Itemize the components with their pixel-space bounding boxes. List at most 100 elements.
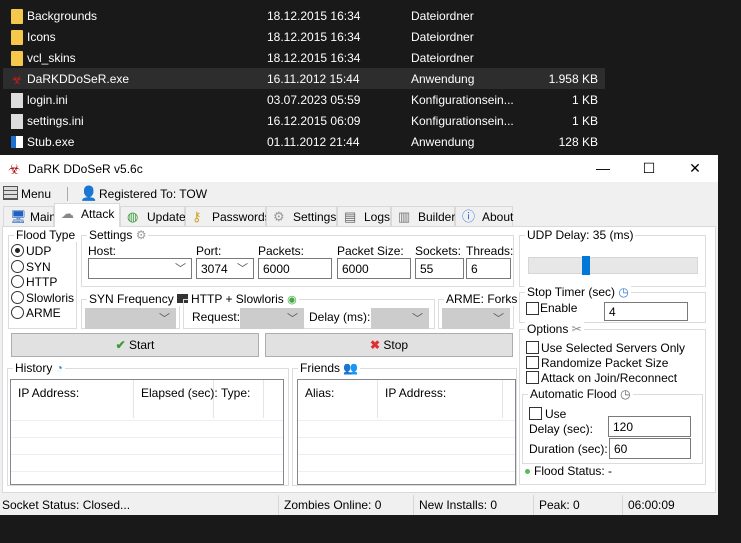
radio-udp[interactable] bbox=[11, 244, 24, 257]
file-row[interactable]: Icons 18.12.2015 16:34 Dateiordner bbox=[3, 26, 605, 47]
udp-delay-label: UDP Delay: 35 (ms) bbox=[525, 228, 636, 242]
stop-timer-group: Stop Timer (sec) ◷ Enable bbox=[519, 285, 706, 323]
menu-icon bbox=[3, 186, 18, 200]
tab-passwords[interactable]: ⚷ Passwords bbox=[185, 206, 271, 227]
stop-button[interactable]: ✖ Stop bbox=[265, 333, 513, 357]
threads-input[interactable] bbox=[466, 258, 511, 279]
use-label: Use bbox=[545, 407, 567, 421]
radio-syn[interactable] bbox=[11, 259, 24, 273]
info-icon: ⓘ bbox=[462, 209, 476, 224]
history-group: History ◔ IP Address: Elapsed (sec): Typ… bbox=[7, 361, 289, 486]
registered-label: Registered To: TOW bbox=[99, 187, 208, 201]
grid-line bbox=[11, 471, 283, 472]
file-row[interactable]: login.ini 03.07.2023 05:59 Konfigurationse… bbox=[3, 89, 605, 110]
column-elapsed[interactable]: Elapsed (sec): bbox=[134, 380, 218, 418]
delay-sec-label: Delay (sec): bbox=[529, 422, 594, 436]
host-label: Host: bbox=[88, 244, 117, 258]
gear-icon: ⚙ bbox=[273, 209, 285, 224]
folder-icon bbox=[11, 9, 23, 24]
tab-label: Settings bbox=[293, 210, 337, 224]
menu-button[interactable]: Menu bbox=[21, 187, 51, 201]
tab-update[interactable]: ◍ Update bbox=[120, 206, 186, 227]
file-name: vcl_skins bbox=[27, 51, 76, 65]
host-combo[interactable]: ﹀ bbox=[88, 258, 192, 279]
column-ip-address[interactable]: IP Address: bbox=[378, 380, 503, 418]
http-slowloris-label: HTTP + Slowloris ◉ bbox=[189, 292, 299, 306]
clock-icon: ◷ bbox=[618, 285, 629, 299]
option-label: Attack on Join/Reconnect bbox=[541, 371, 678, 385]
delay-ms-combo[interactable]: ﹀ bbox=[371, 308, 429, 329]
file-type: Anwendung bbox=[411, 72, 475, 86]
file-row[interactable]: vcl_skins 18.12.2015 16:34 Dateiordner bbox=[3, 47, 605, 68]
option-checkbox[interactable] bbox=[526, 341, 539, 354]
column-type[interactable]: Type: bbox=[214, 380, 264, 418]
syn-frequency-combo[interactable]: ﹀ bbox=[85, 308, 176, 329]
radio-arme[interactable] bbox=[11, 306, 24, 319]
arme-forks-combo[interactable]: ﹀ bbox=[442, 308, 510, 329]
tab-about[interactable]: ⓘ About bbox=[455, 206, 513, 227]
file-date: 03.07.2023 05:59 bbox=[267, 93, 361, 107]
close-button[interactable]: ✕ bbox=[672, 155, 718, 182]
column-alias[interactable]: Alias: bbox=[298, 380, 378, 418]
start-button[interactable]: ✔ Start bbox=[11, 333, 259, 357]
tab-label: Main bbox=[30, 210, 57, 224]
grid-line bbox=[298, 454, 515, 455]
history-listview[interactable]: IP Address: Elapsed (sec): Type: bbox=[10, 379, 284, 485]
option-checkbox[interactable] bbox=[526, 356, 539, 369]
column-ip-address[interactable]: IP Address: bbox=[11, 380, 134, 418]
file-row[interactable]: Stub.exe 01.11.2012 21:44 Anwendung 128 KB bbox=[3, 131, 605, 152]
delay-sec-input[interactable] bbox=[608, 416, 691, 437]
file-type: Dateiordner bbox=[411, 9, 474, 23]
request-combo[interactable]: ﹀ bbox=[240, 308, 304, 329]
file-row[interactable]: ☣ DaRKDDoSeR.exe 16.11.2012 15:44 Anwendung… bbox=[3, 68, 605, 89]
file-row[interactable]: Backgrounds 18.12.2015 16:34 Dateiordner bbox=[3, 5, 605, 26]
duration-sec-input[interactable] bbox=[609, 438, 691, 459]
tab-builder[interactable]: ▥ Builder bbox=[391, 206, 455, 227]
title-bar[interactable]: ☣ DaRK DDoSeR v5.6c — ☐ ✕ bbox=[0, 155, 718, 182]
radio-label: HTTP bbox=[26, 275, 58, 289]
folder-icon bbox=[11, 30, 23, 45]
radio-slowloris[interactable] bbox=[11, 290, 24, 304]
sockets-input[interactable] bbox=[415, 258, 464, 279]
folder-icon bbox=[11, 51, 23, 66]
biohazard-icon: ☣ bbox=[8, 161, 21, 177]
stop-timer-input[interactable] bbox=[604, 302, 688, 321]
maximize-button[interactable]: ☐ bbox=[626, 155, 672, 182]
stop-timer-label: Stop Timer (sec) ◷ bbox=[525, 285, 631, 299]
enable-checkbox[interactable] bbox=[526, 302, 539, 315]
file-name: settings.ini bbox=[27, 114, 84, 128]
friends-listview[interactable]: Alias: IP Address: bbox=[297, 379, 516, 485]
packet-size-input[interactable] bbox=[337, 258, 411, 279]
stop-timer-title: Stop Timer (sec) bbox=[527, 285, 616, 299]
http-slowloris-group: HTTP + Slowloris ◉ Request: ﹀ Delay (ms)… bbox=[183, 292, 435, 329]
gear-icon: ⚙ bbox=[135, 228, 147, 242]
file-row[interactable]: settings.ini 16.12.2015 06:09 Konfiguratio… bbox=[3, 110, 605, 131]
file-date: 16.11.2012 15:44 bbox=[267, 72, 360, 86]
use-checkbox[interactable] bbox=[529, 407, 542, 420]
minimize-button[interactable]: — bbox=[580, 155, 626, 182]
http-icon: ◉ bbox=[287, 294, 297, 306]
socket-status: Socket Status: Closed... bbox=[2, 498, 131, 512]
radio-http[interactable] bbox=[11, 275, 24, 288]
option-checkbox[interactable] bbox=[526, 371, 539, 384]
ini-icon bbox=[11, 93, 23, 108]
monitor-icon: 🖥 bbox=[10, 209, 27, 224]
file-size: 1 KB bbox=[571, 93, 598, 107]
packets-input[interactable] bbox=[258, 258, 332, 279]
clock-icon: ◷ bbox=[620, 387, 631, 401]
tab-settings[interactable]: ⚙ Settings bbox=[266, 206, 337, 227]
port-combo[interactable]: 3074 ﹀ bbox=[196, 258, 254, 279]
grid-line bbox=[298, 420, 515, 421]
slider-thumb[interactable] bbox=[582, 256, 591, 275]
tab-logs[interactable]: ▤ Logs bbox=[337, 206, 391, 227]
radio-label: ARME bbox=[26, 306, 61, 320]
file-date: 18.12.2015 16:34 bbox=[267, 51, 361, 65]
flood-type-label: Flood Type bbox=[14, 228, 78, 242]
x-icon: ✖ bbox=[369, 338, 381, 352]
stop-label: Stop bbox=[383, 338, 409, 352]
udp-delay-slider[interactable] bbox=[528, 256, 698, 275]
tab-attack[interactable]: ☁ Attack bbox=[54, 203, 120, 227]
settings-label: Settings ⚙ bbox=[87, 228, 149, 242]
tab-main[interactable]: 🖥 Main bbox=[3, 206, 57, 227]
flood-type-group: Flood Type UDP SYN HTTP Slowloris ARME bbox=[8, 228, 78, 329]
